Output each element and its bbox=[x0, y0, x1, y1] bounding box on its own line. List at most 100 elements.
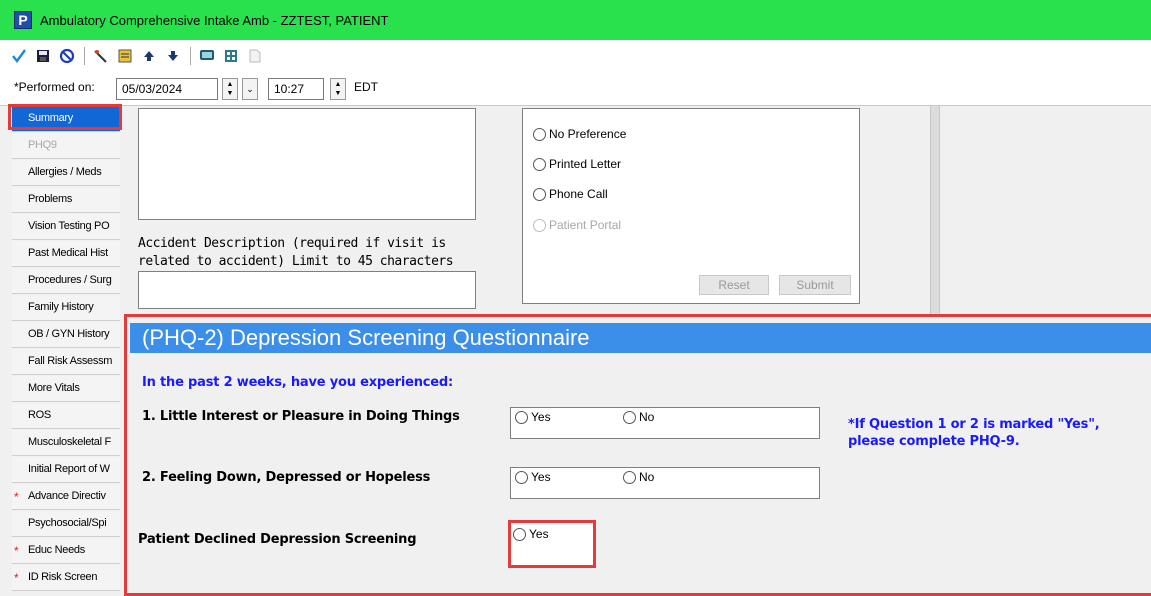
required-marker: * bbox=[14, 490, 19, 504]
sidebar-item[interactable]: Problems bbox=[12, 187, 120, 213]
timezone-label: EDT bbox=[354, 80, 378, 94]
document-icon bbox=[246, 47, 264, 65]
radio-printed-letter[interactable]: Printed Letter bbox=[533, 157, 621, 171]
sidebar-item-label: Psychosocial/Spi bbox=[28, 517, 107, 529]
sidebar-item-label: ID Risk Screen bbox=[28, 571, 98, 583]
reset-button[interactable]: Reset bbox=[699, 275, 769, 295]
performed-label: *Performed on: bbox=[14, 80, 95, 94]
cancel-icon[interactable] bbox=[58, 47, 76, 65]
date-spinner[interactable]: ▲ ▼ bbox=[222, 78, 238, 100]
sidebar-item[interactable]: OB / GYN History bbox=[12, 322, 120, 348]
date-dropdown-icon[interactable]: ⌄ bbox=[242, 78, 258, 100]
sidebar-item[interactable]: Fall Risk Assessm bbox=[12, 349, 120, 375]
radio-label: Yes bbox=[531, 410, 551, 424]
radio-patient-portal: Patient Portal bbox=[533, 218, 621, 232]
radio-label: No Preference bbox=[549, 127, 627, 141]
sidebar-item-label: PHQ9 bbox=[28, 139, 57, 151]
radio-icon bbox=[513, 527, 526, 541]
phq2-title: (PHQ-2) Depression Screening Questionnai… bbox=[130, 323, 1151, 353]
sidebar-item-label: More Vitals bbox=[28, 382, 80, 394]
required-marker: * bbox=[14, 571, 19, 585]
radio-icon bbox=[623, 470, 636, 484]
sidebar-item-label: Educ Needs bbox=[28, 544, 85, 556]
declined-options: Yes bbox=[508, 520, 596, 568]
sidebar-item-label: Initial Report of W bbox=[28, 463, 110, 475]
monitor-icon[interactable] bbox=[198, 47, 216, 65]
question-2-options: Yes No bbox=[510, 467, 820, 499]
checkmark-icon[interactable] bbox=[10, 47, 28, 65]
question-1-options: Yes No bbox=[510, 407, 820, 439]
submit-button[interactable]: Submit bbox=[779, 275, 851, 295]
sidebar-item[interactable]: ROS bbox=[12, 403, 120, 429]
sidebar-item[interactable]: Initial Report of W bbox=[12, 457, 120, 483]
radio-label: Yes bbox=[531, 470, 551, 484]
sidebar-item[interactable]: Musculoskeletal F bbox=[12, 430, 120, 456]
sidebar-item[interactable]: Summary bbox=[12, 106, 120, 132]
accident-description-input[interactable] bbox=[138, 271, 476, 309]
question-1-yes[interactable]: Yes bbox=[515, 410, 551, 424]
sidebar-item-label: Allergies / Meds bbox=[28, 166, 102, 178]
down-arrow-icon[interactable] bbox=[164, 47, 182, 65]
radio-icon bbox=[533, 187, 546, 201]
time-spinner[interactable]: ▲ ▼ bbox=[330, 78, 346, 100]
radio-icon bbox=[623, 410, 636, 424]
sidebar-item[interactable]: More Vitals bbox=[12, 376, 120, 402]
accident-description-label: Accident Description (required if visit … bbox=[138, 236, 454, 269]
required-marker: * bbox=[14, 544, 19, 558]
phq9-instruction: *If Question 1 or 2 is marked "Yes", ple… bbox=[848, 416, 1100, 450]
question-1-label: 1. Little Interest or Pleasure in Doing … bbox=[142, 409, 460, 424]
app-icon: P bbox=[14, 11, 32, 29]
radio-phone-call[interactable]: Phone Call bbox=[533, 187, 608, 201]
radio-icon bbox=[515, 470, 528, 484]
radio-icon bbox=[533, 157, 546, 171]
toolbar bbox=[0, 40, 1151, 72]
sidebar-item[interactable]: * Educ Needs bbox=[12, 538, 120, 564]
sidebar-item-label: Summary bbox=[28, 112, 73, 124]
sidebar-item[interactable]: Procedures / Surg bbox=[12, 268, 120, 294]
calculator-icon[interactable] bbox=[222, 47, 240, 65]
question-1-no[interactable]: No bbox=[623, 410, 654, 424]
sidebar-item[interactable]: * Advance Directiv bbox=[12, 484, 120, 510]
sidebar-item-label: Fall Risk Assessm bbox=[28, 355, 113, 367]
edit-icon[interactable] bbox=[92, 47, 110, 65]
phq2-subtitle: In the past 2 weeks, have you experience… bbox=[142, 375, 453, 390]
performed-row: *Performed on: 05/03/2024 ▲ ▼ ⌄ 10:27 ▲ ▼ … bbox=[0, 72, 1151, 106]
radio-label: Patient Portal bbox=[549, 218, 622, 232]
sidebar-item-label: OB / GYN History bbox=[28, 328, 110, 340]
question-2-no[interactable]: No bbox=[623, 470, 654, 484]
save-icon[interactable] bbox=[34, 47, 52, 65]
sidebar-item[interactable]: Allergies / Meds bbox=[12, 160, 120, 186]
sidebar-item-label: Musculoskeletal F bbox=[28, 436, 111, 448]
radio-icon bbox=[533, 127, 546, 141]
declined-yes[interactable]: Yes bbox=[513, 527, 549, 541]
performed-time-field[interactable]: 10:27 bbox=[268, 78, 324, 100]
sidebar-item-label: Advance Directiv bbox=[28, 490, 106, 502]
question-2-yes[interactable]: Yes bbox=[515, 470, 551, 484]
comments-textarea[interactable] bbox=[138, 108, 476, 220]
radio-no-preference[interactable]: No Preference bbox=[533, 127, 626, 141]
radio-label: No bbox=[639, 470, 655, 484]
sidebar-item[interactable]: * ID Risk Screen bbox=[12, 565, 120, 591]
toolbar-separator bbox=[84, 47, 85, 65]
sidebar-item[interactable]: Psychosocial/Spi bbox=[12, 511, 120, 537]
sidebar-item-label: Past Medical Hist bbox=[28, 247, 108, 259]
sidebar-item: PHQ9 bbox=[12, 133, 120, 159]
declined-label: Patient Declined Depression Screening bbox=[138, 532, 417, 547]
sidebar-item[interactable]: Vision Testing PO bbox=[12, 214, 120, 240]
radio-label: Phone Call bbox=[549, 187, 608, 201]
performed-date-field[interactable]: 05/03/2024 bbox=[116, 78, 218, 100]
sidebar-item-label: Family History bbox=[28, 301, 94, 313]
notes-icon[interactable] bbox=[116, 47, 134, 65]
title-bar: P Ambulatory Comprehensive Intake Amb - … bbox=[0, 0, 1151, 40]
phq9-instruction-line1: *If Question 1 or 2 is marked "Yes", bbox=[848, 417, 1100, 432]
sidebar-item-label: Procedures / Surg bbox=[28, 274, 112, 286]
radio-label: Printed Letter bbox=[549, 157, 622, 171]
phq2-section bbox=[124, 314, 1151, 596]
sidebar-item-label: Problems bbox=[28, 193, 73, 205]
phq9-instruction-line2: please complete PHQ-9. bbox=[848, 434, 1020, 449]
panel-divider bbox=[930, 106, 940, 314]
sidebar-item[interactable]: Past Medical Hist bbox=[12, 241, 120, 267]
radio-label: Yes bbox=[529, 527, 549, 541]
up-arrow-icon[interactable] bbox=[140, 47, 158, 65]
sidebar-item[interactable]: Family History bbox=[12, 295, 120, 321]
